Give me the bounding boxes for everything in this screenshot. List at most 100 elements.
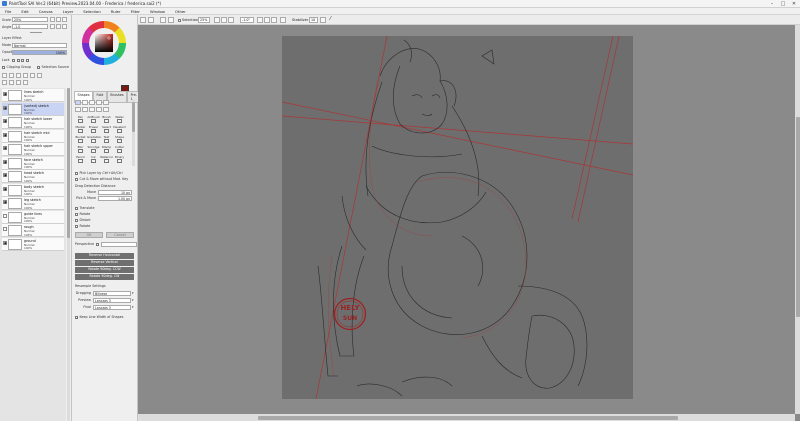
menu-selection[interactable]: Selection — [78, 9, 106, 14]
zoom-tool-icon[interactable] — [75, 107, 81, 112]
tool-airbrush[interactable]: AirBrush — [87, 115, 100, 124]
clear-layer-icon[interactable] — [2, 80, 7, 85]
mask-icon[interactable] — [9, 80, 14, 85]
layer-item[interactable]: ● body sketch Normal 100% — [2, 183, 64, 197]
tab-brushes[interactable]: Brushes — [106, 91, 128, 103]
undo-icon[interactable] — [140, 17, 146, 23]
pick-layer-checkbox[interactable] — [75, 171, 78, 175]
visibility-icon[interactable]: ● — [3, 105, 7, 110]
eyedropper-tool-icon[interactable] — [89, 107, 95, 112]
layer-item[interactable]: ● lines sketch Normal 100% — [2, 89, 64, 102]
canvas-vertical-scrollbar-thumb[interactable] — [795, 117, 800, 317]
rotate-right-icon[interactable] — [264, 17, 270, 23]
tool-smudge[interactable]: Smudge — [87, 145, 100, 154]
redo-icon[interactable] — [148, 17, 154, 23]
angle-slider[interactable]: -1.0 — [12, 24, 48, 29]
hand-tool-icon[interactable] — [96, 100, 102, 105]
final-dropdown-icon[interactable]: ▾ — [132, 305, 134, 309]
zoom-field[interactable]: 25% — [198, 17, 210, 23]
rotate-radio[interactable] — [75, 212, 78, 216]
selection-source-checkbox[interactable] — [37, 65, 41, 69]
flip-horizontal-icon[interactable] — [280, 17, 286, 23]
tool-binary[interactable]: Binary — [113, 155, 126, 164]
visibility-icon[interactable] — [3, 227, 7, 231]
tool-bucket[interactable]: Bucket — [74, 135, 87, 144]
maximize-button[interactable]: □ — [778, 1, 788, 7]
tool-marker[interactable]: Marker — [74, 125, 87, 134]
eraser-tool-icon[interactable] — [103, 107, 109, 112]
reverse-horizontal-button[interactable]: Reverse Horizontal — [75, 253, 134, 259]
reverse-vertical-button[interactable]: Reverse Vertical — [75, 260, 134, 266]
cancel-button[interactable]: Cancel — [106, 232, 134, 238]
preview-dropdown-icon[interactable]: ▾ — [132, 298, 134, 302]
merge-visible-icon[interactable] — [23, 80, 28, 85]
visibility-icon[interactable]: ● — [3, 240, 7, 245]
clipping-checkbox[interactable] — [2, 65, 5, 69]
stabilizer-dropdown-icon[interactable] — [320, 17, 326, 23]
new-layer-icon[interactable] — [2, 73, 7, 78]
tool-ink[interactable]: Ink — [87, 155, 100, 164]
panel-divider[interactable] — [30, 32, 42, 33]
tool-grid-scrollbar-thumb[interactable] — [132, 102, 135, 132]
deselect-icon[interactable] — [160, 17, 166, 23]
scale-slider[interactable]: 25% — [12, 17, 48, 22]
perspective-select[interactable] — [100, 242, 137, 247]
delete-layer-icon[interactable] — [37, 73, 42, 78]
angle-minus-icon[interactable] — [50, 24, 55, 29]
menu-layer[interactable]: Layer — [58, 9, 79, 14]
layer-item[interactable]: ● hair sketch lower Normal 100% — [2, 116, 64, 129]
tool-pencil[interactable]: Pencil — [74, 155, 87, 164]
cut-move-checkbox[interactable] — [75, 177, 78, 181]
menu-ruler[interactable]: Ruler — [106, 9, 126, 14]
layer-item[interactable]: rough Normal 100% — [2, 224, 64, 237]
text-tool-icon[interactable] — [103, 100, 109, 105]
visibility-icon[interactable]: ● — [3, 119, 7, 123]
layer-item[interactable]: ● face sketch Normal 100% — [2, 156, 64, 170]
tool-gradation[interactable]: Gradation — [87, 135, 101, 144]
lock-transparency-checkbox[interactable] — [12, 58, 15, 62]
visibility-icon[interactable]: ● — [3, 132, 7, 137]
pen-pressure-icon[interactable]: ⁄ — [330, 17, 336, 23]
tool-shape[interactable]: Shape — [113, 135, 126, 144]
menu-other[interactable]: Other — [170, 9, 191, 14]
layer-effect-row[interactable]: Layer Effect — [2, 36, 22, 40]
tool-water[interactable]: Water — [113, 115, 126, 124]
perspective-checkbox[interactable] — [96, 242, 100, 246]
angle-plus-icon[interactable] — [56, 24, 61, 29]
scale-minus-icon[interactable] — [50, 17, 55, 22]
layer-item[interactable]: ● head sketch Normal 100% — [2, 170, 64, 183]
drawing-canvas[interactable]: HELY SUN — [282, 36, 633, 399]
new-linework-icon[interactable] — [9, 73, 14, 78]
menu-canvas[interactable]: Canvas — [34, 9, 58, 14]
apply-mask-icon[interactable] — [16, 80, 21, 85]
color-wheel[interactable] — [80, 19, 128, 67]
layer-effect-label[interactable]: Layer Effect — [2, 36, 22, 40]
visibility-icon[interactable]: ● — [3, 186, 7, 191]
canvas-horizontal-scrollbar-thumb[interactable] — [258, 415, 678, 420]
angle-field[interactable]: -1.0° — [240, 17, 254, 23]
preview-select[interactable]: Lanczos 3 — [93, 298, 131, 303]
layer-item-selected[interactable]: ● (sorted) sketch Normal 100% — [2, 102, 64, 116]
tool-brush[interactable]: Brush — [100, 115, 113, 124]
rotate-radio-2[interactable] — [75, 224, 78, 228]
merge-down-icon[interactable] — [30, 73, 35, 78]
menu-window[interactable]: Window — [145, 9, 170, 14]
scale-plus-icon[interactable] — [56, 17, 61, 22]
tool-deselect[interactable]: Deselect — [113, 125, 126, 134]
visibility-icon[interactable]: ● — [3, 200, 7, 204]
layer-item[interactable]: ● hair sketch mid Normal 100% — [2, 129, 64, 143]
tool-cutter[interactable]: Cutter — [113, 145, 126, 154]
minimize-button[interactable]: – — [767, 1, 777, 7]
dragging-select[interactable]: Bilinear — [93, 291, 131, 296]
layer-item[interactable]: guide lines Normal 100% — [2, 210, 64, 224]
transfer-down-icon[interactable] — [23, 73, 28, 78]
visibility-icon[interactable]: ● — [3, 159, 7, 164]
distort-radio[interactable] — [75, 218, 78, 222]
lock-move-checkbox[interactable] — [21, 58, 24, 62]
canvas-viewport[interactable]: HELY SUN — [138, 25, 795, 414]
zoom-in-icon[interactable] — [221, 17, 227, 23]
rotate-reset-icon[interactable] — [271, 17, 277, 23]
zoom-out-icon[interactable] — [214, 17, 220, 23]
menu-file[interactable]: File — [0, 9, 16, 14]
visibility-icon[interactable]: ● — [3, 173, 7, 177]
